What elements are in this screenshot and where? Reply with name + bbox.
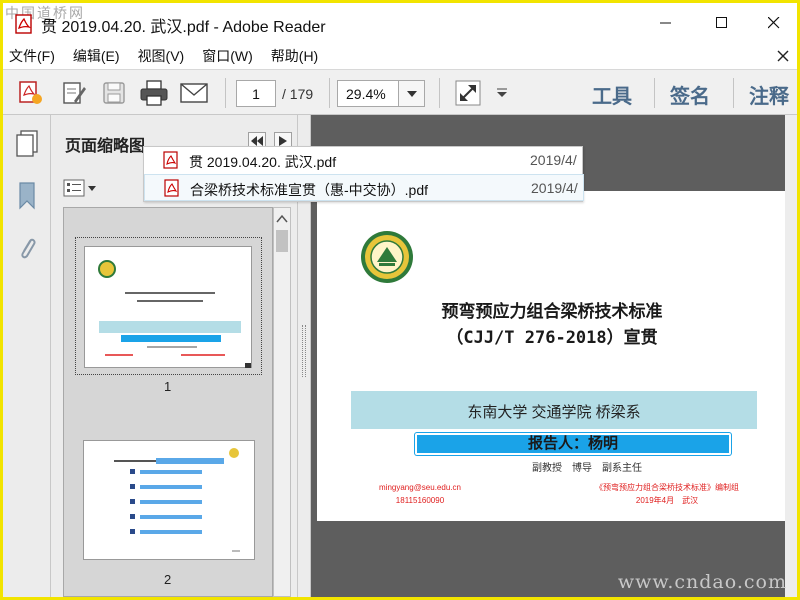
watermark-bottom: www.cndao.com — [617, 571, 787, 593]
thumbnail-label-1: 1 — [164, 379, 172, 394]
reporter-text: 报告人：杨明 — [527, 435, 618, 452]
minimize-button[interactable] — [643, 3, 689, 43]
create-pdf-button[interactable] — [15, 79, 45, 107]
document-scrollbar[interactable] — [785, 115, 797, 597]
committee-info: 《预弯预应力组合梁桥技术标准》编制组 2019年4月 武汉 — [595, 481, 739, 507]
panel-title: 页面缩略图 — [65, 138, 146, 155]
maximize-icon — [716, 17, 727, 28]
title-bar: 中国道桥网 贯 2019.04.20. 武汉.pdf - Adobe Reade… — [3, 3, 797, 43]
recent-files-dropdown: 贯 2019.04.20. 武汉.pdf 2019/4/ 合梁桥技术标准宣贯（惠… — [143, 146, 584, 202]
menu-window[interactable]: 窗口(W) — [202, 46, 253, 66]
maximize-button[interactable] — [699, 3, 745, 43]
page-thumbnails-tab[interactable] — [13, 129, 41, 159]
document-title: 预弯预应力组合梁桥技术标准 （CJJ/T 276-2018）宣贯 — [317, 299, 787, 351]
menu-file[interactable]: 文件(F) — [9, 46, 55, 66]
pdf-file-icon — [15, 14, 32, 34]
printer-icon — [140, 80, 168, 106]
menu-view[interactable]: 视图(V) — [138, 46, 185, 66]
bookmarks-tab[interactable] — [13, 181, 41, 211]
thumbnail-content — [114, 448, 240, 552]
date-location-text: 2019年4月 武汉 — [635, 496, 699, 505]
tools-button[interactable]: 工具 — [592, 80, 632, 109]
zoom-input[interactable]: 29.4% — [337, 80, 399, 107]
affiliation-text: 东南大学 交通学院 桥梁系 — [467, 404, 641, 421]
thumbnail-list: 1 2 — [63, 207, 273, 597]
window-title: 贯 2019.04.20. 武汉.pdf - Adobe Reader — [41, 19, 326, 36]
page-thumbnail-2[interactable] — [83, 440, 255, 560]
pdf-file-icon — [163, 151, 178, 169]
scroll-up-icon — [276, 214, 288, 223]
page-number-input[interactable]: 1 — [236, 80, 276, 107]
overflow-icon — [497, 88, 507, 97]
recent-file-name: 贯 2019.04.20. 武汉.pdf — [189, 154, 337, 170]
phone-text: 18115160090 — [395, 496, 445, 505]
minimize-icon — [660, 22, 671, 24]
menu-edit[interactable]: 编辑(E) — [73, 46, 120, 66]
save-icon — [103, 82, 125, 104]
scrollbar-thumb[interactable] — [276, 230, 288, 252]
envelope-icon — [180, 83, 208, 103]
toolbar-overflow-button[interactable] — [495, 79, 509, 107]
thumbnail-scrollbar[interactable] — [273, 207, 291, 597]
thumbnail-content — [98, 260, 251, 368]
affiliation-band: 东南大学 交通学院 桥梁系 — [351, 391, 757, 429]
paperclip-icon — [21, 238, 36, 259]
double-chevron-left-icon — [251, 136, 263, 146]
save-button[interactable] — [99, 79, 129, 107]
edit-document-icon — [63, 82, 86, 104]
positions-text: 副教授 博导 副系主任 — [532, 463, 642, 474]
edit-pdf-button[interactable] — [59, 79, 89, 107]
comment-button[interactable]: 注释 — [749, 80, 789, 109]
document-title-line2: （CJJ/T 276-2018）宣贯 — [446, 328, 658, 348]
recent-file-item[interactable]: 贯 2019.04.20. 武汉.pdf 2019/4/ — [144, 147, 584, 174]
recent-file-item[interactable]: 合梁桥技术标准宣贯（惠-中交协）.pdf 2019/4/ — [144, 174, 584, 201]
zoom-dropdown-button[interactable] — [399, 80, 425, 107]
close-button[interactable] — [751, 3, 797, 43]
recent-file-name: 合梁桥技术标准宣贯（惠-中交协）.pdf — [190, 182, 429, 198]
close-document-icon[interactable] — [775, 48, 791, 64]
committee-text: 《预弯预应力组合梁桥技术标准》编制组 — [595, 483, 739, 492]
close-icon — [768, 17, 780, 29]
splitter-grip[interactable] — [302, 325, 306, 377]
attachments-tab[interactable] — [13, 233, 41, 263]
thumbnail-page-preview — [84, 246, 252, 368]
thumbnail-label-2: 2 — [164, 572, 172, 587]
fit-page-button[interactable] — [453, 79, 483, 107]
toolbar-separator — [329, 78, 330, 108]
toolbar-separator — [654, 78, 655, 108]
expand-icon — [455, 80, 481, 106]
chevron-right-icon — [279, 136, 287, 146]
pdf-page: 预弯预应力组合梁桥技术标准 （CJJ/T 276-2018）宣贯 东南大学 交通… — [317, 191, 787, 521]
menu-bar: 文件(F) 编辑(E) 视图(V) 窗口(W) 帮助(H) — [3, 43, 797, 69]
chevron-down-icon — [406, 90, 417, 97]
recent-file-date: 2019/4/ — [531, 180, 578, 196]
main-toolbar: 1 / 179 29.4% 工具 签名 注释 — [3, 69, 797, 115]
toolbar-separator — [439, 78, 440, 108]
thumbnail-options-button[interactable] — [63, 176, 99, 200]
page-thumbnail-1[interactable] — [75, 237, 262, 375]
print-button[interactable] — [139, 79, 169, 107]
email-button[interactable] — [179, 79, 209, 107]
create-pdf-icon — [19, 81, 42, 104]
reader-window: 中国道桥网 贯 2019.04.20. 武汉.pdf - Adobe Reade… — [3, 3, 797, 597]
navigation-strip — [3, 115, 51, 597]
recent-file-date: 2019/4/ — [530, 152, 577, 168]
page-total: / 179 — [282, 86, 314, 102]
reporter-banner: 报告人：杨明 — [415, 433, 731, 455]
toolbar-separator — [225, 78, 226, 108]
pdf-file-icon — [164, 179, 179, 197]
toolbar-separator — [733, 78, 734, 108]
pages-icon — [16, 130, 38, 157]
contact-info: mingyang@seu.edu.cn 18115160090 — [379, 481, 461, 507]
sign-button[interactable]: 签名 — [670, 80, 710, 109]
chevron-down-icon — [88, 185, 96, 191]
options-list-icon — [63, 179, 85, 197]
email-text: mingyang@seu.edu.cn — [379, 483, 461, 492]
menu-help[interactable]: 帮助(H) — [271, 46, 318, 66]
bookmark-icon — [19, 182, 35, 210]
university-seal-logo — [361, 231, 413, 283]
document-title-line1: 预弯预应力组合梁桥技术标准 — [441, 302, 663, 322]
